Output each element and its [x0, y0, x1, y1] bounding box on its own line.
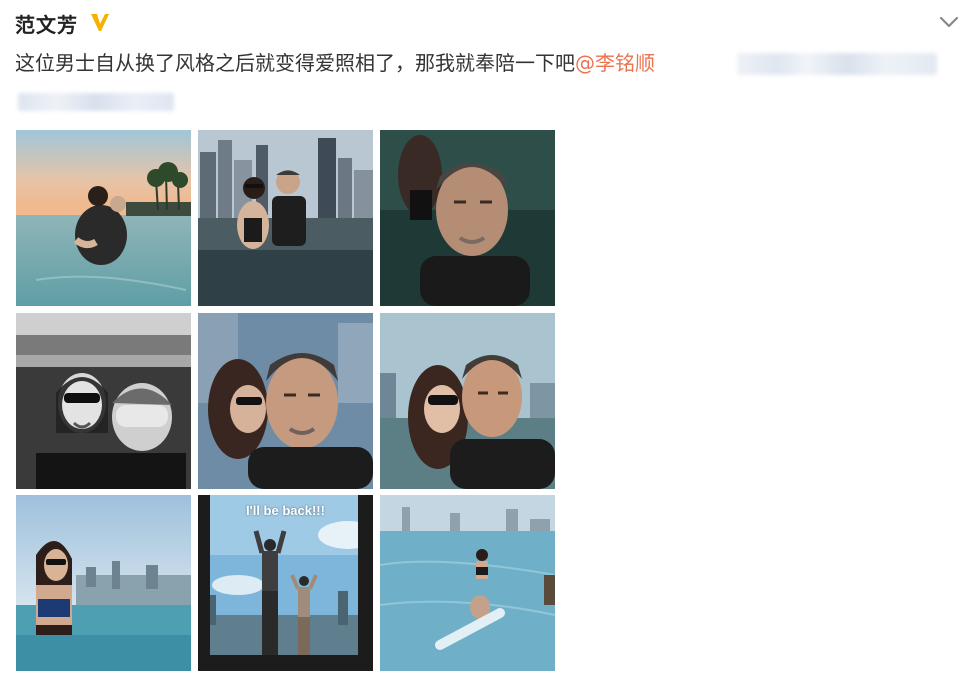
photo-1[interactable]	[16, 130, 191, 306]
photo-8[interactable]: I'll be back!!!	[198, 495, 373, 671]
verified-v-icon	[91, 14, 109, 31]
redacted-text	[18, 93, 174, 111]
photo-9[interactable]	[380, 495, 555, 671]
photo-3[interactable]	[380, 130, 555, 306]
photo-4[interactable]	[16, 313, 191, 489]
photo-caption: I'll be back!!!	[246, 503, 325, 518]
weibo-post: 范文芳 这位男士自从换了风格之后就变得爱照相了，那我就奉陪一下吧@李铭顺 I'l…	[0, 0, 960, 677]
post-text: 这位男士自从换了风格之后就变得爱照相了，那我就奉陪一下吧@李铭顺	[15, 47, 655, 76]
photo-6[interactable]	[380, 313, 555, 489]
photo-5[interactable]	[198, 313, 373, 489]
redacted-text	[737, 53, 937, 75]
photo-2[interactable]	[198, 130, 373, 306]
photo-grid: I'll be back!!!	[16, 130, 555, 671]
author-name[interactable]: 范文芳	[15, 9, 78, 38]
mention-link[interactable]: @李铭顺	[575, 51, 655, 75]
chevron-down-icon[interactable]	[938, 12, 960, 32]
photo-7[interactable]	[16, 495, 191, 671]
post-body: 这位男士自从换了风格之后就变得爱照相了，那我就奉陪一下吧	[15, 51, 575, 75]
